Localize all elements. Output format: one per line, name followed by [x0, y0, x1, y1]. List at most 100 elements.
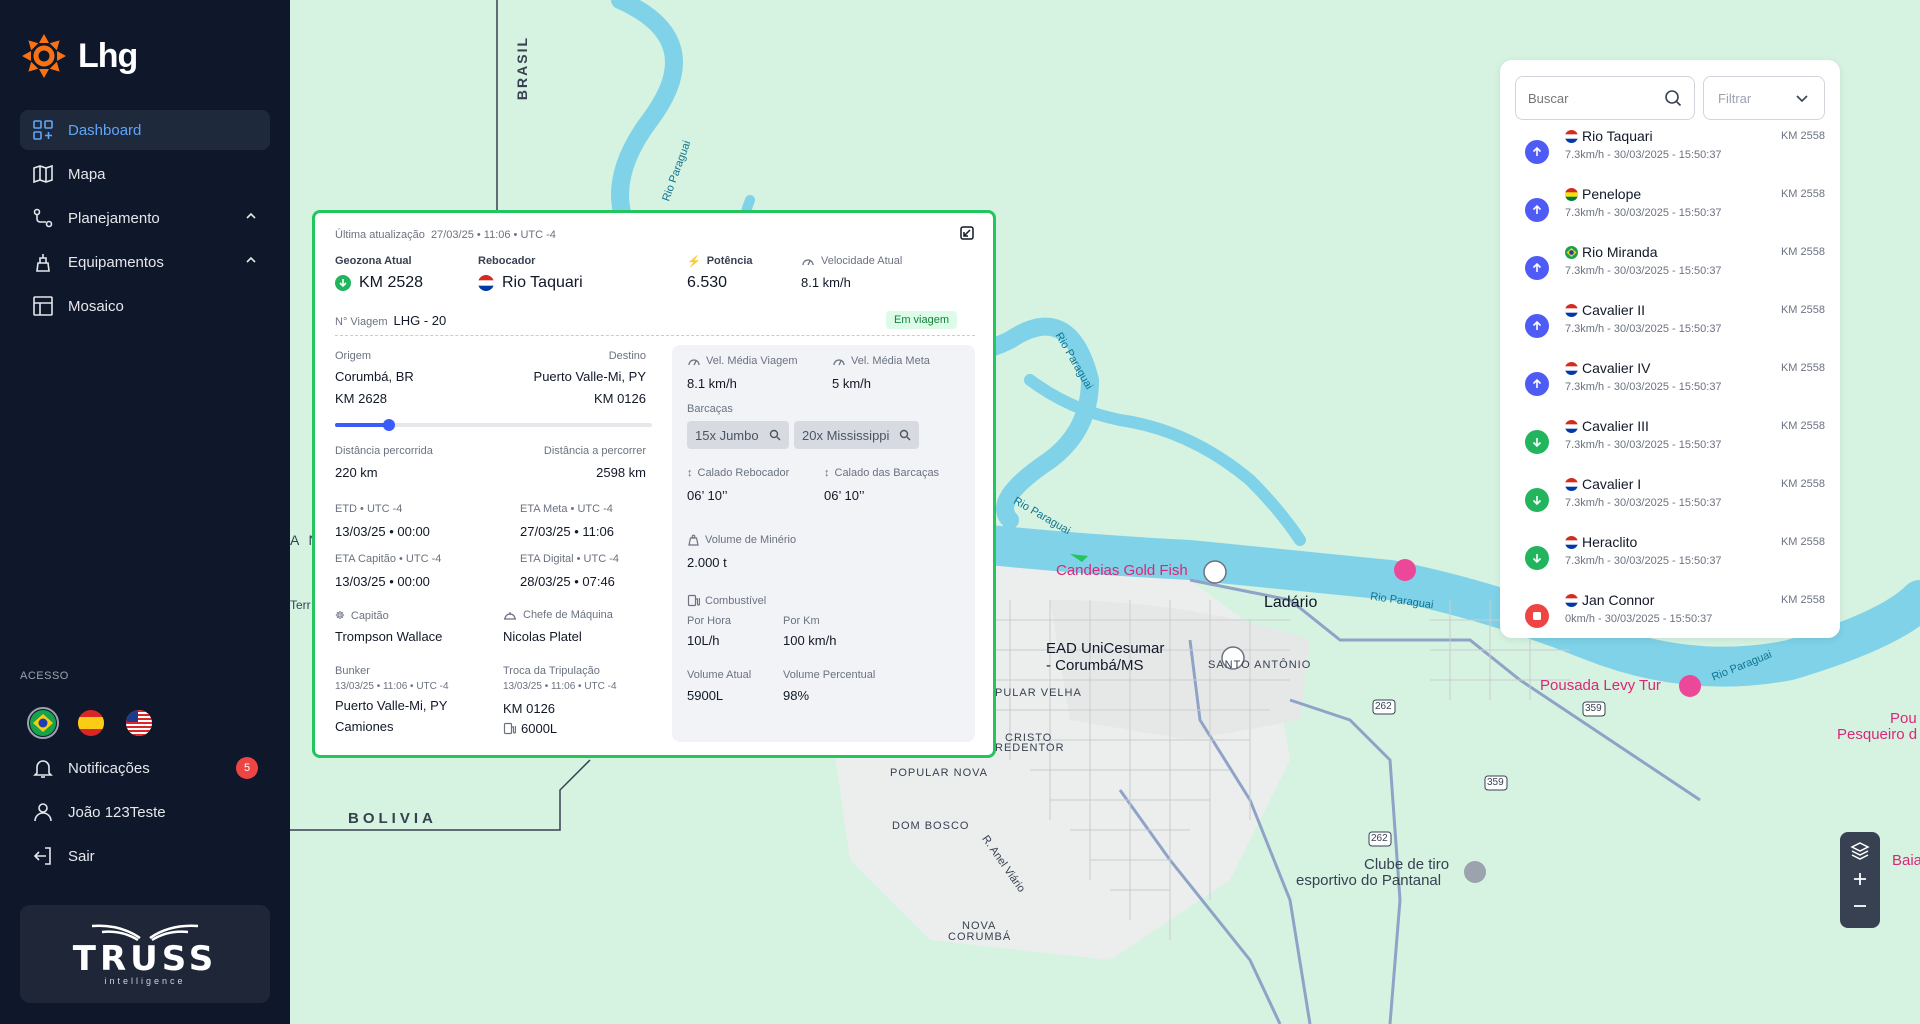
chefe-value: Nicolas Platel: [503, 629, 582, 644]
chevron-down-icon: [1796, 95, 1808, 103]
nav-user[interactable]: João 123Teste: [20, 792, 270, 832]
vessel-list-item[interactable]: Cavalier IV 7.3km/h - 30/03/2025 - 15:50:…: [1525, 360, 1825, 410]
nav-dashboard[interactable]: Dashboard: [20, 110, 270, 150]
spain-flag-icon[interactable]: [78, 710, 104, 736]
nav-mosaico-label: Mosaico: [68, 297, 124, 315]
potencia-value: 6.530: [687, 274, 728, 291]
vessel-km: KM 2558: [1780, 478, 1825, 490]
map-label-popular-velha: PULAR VELHA: [995, 687, 1082, 699]
vessel-detail-card: Última atualização 27/03/25 • 11:06 • UT…: [312, 210, 996, 758]
vessel-list-item[interactable]: Rio Taquari 7.3km/h - 30/03/2025 - 15:50:…: [1525, 128, 1825, 178]
viagem-label: N° Viagem: [335, 316, 388, 328]
bunker-date: 13/03/25 • 11:06 • UTC -4: [335, 681, 449, 692]
bunker-place-1: Puerto Valle-Mi, PY: [335, 698, 448, 713]
arrow-down-circle-icon: [1525, 488, 1549, 512]
barcaca-2-label: 20x Mississippi: [802, 427, 890, 443]
vessel-list-item[interactable]: Cavalier II 7.3km/h - 30/03/2025 - 15:50:…: [1525, 302, 1825, 352]
por-km-label: Por Km: [783, 615, 820, 627]
filter-select[interactable]: Filtrar: [1703, 76, 1825, 120]
map-label-clube-2: esportivo do Pantanal: [1296, 872, 1442, 889]
logout-label: Sair: [68, 847, 95, 865]
map-label-baia: Baia: [1892, 852, 1920, 869]
etd-label: ETD • UTC -4: [335, 503, 403, 515]
velocidade-value: 8.1 km/h: [801, 275, 851, 290]
vessel-list-item[interactable]: Rio Miranda 7.3km/h - 30/03/2025 - 15:50:…: [1525, 244, 1825, 294]
trip-progress-handle[interactable]: [382, 419, 395, 431]
last-update-value: 27/03/25 • 11:06 • UTC -4: [431, 229, 556, 241]
vessel-list-item[interactable]: Cavalier III 7.3km/h - 30/03/2025 - 15:50…: [1525, 418, 1825, 468]
chevron-up-icon[interactable]: [244, 253, 258, 271]
arrow-up-circle-icon: [1525, 140, 1549, 164]
notifications-label: Notificações: [68, 759, 150, 777]
road-shield-262-b: 262: [1371, 833, 1388, 844]
nav-sair[interactable]: Sair: [20, 836, 270, 876]
map-label-pesqueiro-1: Pou: [1890, 710, 1917, 727]
last-update: Última atualização 27/03/25 • 11:06 • UT…: [335, 229, 556, 241]
vessel-name: Rio Taquari: [1582, 128, 1653, 144]
nav-notificacoes[interactable]: Notificações 5: [20, 748, 270, 788]
eta-digital-value: 28/03/25 • 07:46: [520, 574, 615, 589]
vessel-list-item[interactable]: Heraclito 7.3km/h - 30/03/2025 - 15:50:37…: [1525, 534, 1825, 584]
status-badge: Em viagem: [886, 311, 958, 329]
map-label-ead-2: - Corumbá/MS: [1046, 657, 1144, 674]
combustivel-label: Combustível: [705, 594, 767, 607]
volume-atual-value: 5900L: [687, 688, 724, 703]
volume-percentual-value: 98%: [783, 688, 810, 703]
vessel-list-item[interactable]: Penelope 7.3km/h - 30/03/2025 - 15:50:37 K…: [1525, 186, 1825, 236]
stop-icon: [1525, 604, 1549, 628]
troca-date: 13/03/25 • 11:06 • UTC -4: [503, 681, 617, 692]
dist-percorrida-value: 220 km: [335, 465, 378, 480]
nav-mapa[interactable]: Mapa: [20, 154, 270, 194]
search-icon[interactable]: [1664, 89, 1682, 107]
usa-flag-icon[interactable]: [126, 710, 152, 736]
dashboard-icon: [32, 119, 54, 141]
mosaic-icon: [32, 295, 54, 317]
paraguay-flag-icon: [1565, 304, 1578, 317]
brazil-flag-icon[interactable]: [27, 707, 59, 739]
road-shield-359-b: 359: [1585, 703, 1602, 714]
geozona: KM 2528: [335, 274, 423, 292]
troca-label: Troca da Tripulação: [503, 665, 600, 677]
minimize-icon[interactable]: [959, 225, 975, 246]
vessel-km: KM 2558: [1780, 362, 1825, 374]
rebocador-value: Rio Taquari: [502, 274, 583, 291]
vel-media-viagem-label: Vel. Média Viagem: [706, 355, 798, 367]
road-shield-262-a: 262: [1375, 701, 1392, 712]
route-icon: [32, 207, 54, 229]
vessel-list-item[interactable]: Cavalier I 7.3km/h - 30/03/2025 - 15:50:3…: [1525, 476, 1825, 526]
barcacas-label: Barcaças: [687, 403, 733, 415]
gauge-icon: [688, 359, 700, 366]
map-label-bolivia: BOLIVIA: [348, 810, 437, 827]
vessel-list-item[interactable]: Jan Connor 0km/h - 30/03/2025 - 15:50:37 K…: [1525, 592, 1825, 642]
vessel-name: Cavalier II: [1582, 302, 1646, 318]
search-input[interactable]: [1528, 90, 1658, 106]
map-label-candeias: Candeias Gold Fish: [1056, 562, 1188, 579]
zoom-out-button[interactable]: [1852, 898, 1868, 919]
dist-percorrida-label: Distância percorrida: [335, 445, 433, 457]
vessel-name: Cavalier I: [1582, 476, 1642, 492]
app-logo[interactable]: Lhg: [20, 32, 138, 80]
arrow-down-circle-icon: [1525, 546, 1549, 570]
search-box[interactable]: [1515, 76, 1695, 120]
barcaca-chip-1[interactable]: 15x Jumbo: [687, 421, 789, 449]
chefe-label-row: Chefe de Máquina: [503, 609, 613, 621]
chevron-up-icon[interactable]: [244, 209, 258, 227]
nav-equipamentos[interactable]: Equipamentos: [20, 242, 270, 282]
layers-icon[interactable]: [1850, 841, 1870, 866]
vessel-name: Heraclito: [1582, 534, 1638, 550]
paraguay-flag-icon: [478, 275, 494, 291]
bell-icon: [32, 757, 54, 779]
filter-placeholder: Filtrar: [1718, 90, 1752, 106]
vel-media-meta-label: Vel. Média Meta: [851, 355, 930, 367]
eta-meta-label: ETA Meta • UTC -4: [520, 503, 613, 515]
rebocador-label: Rebocador: [478, 255, 536, 267]
nav-mosaico[interactable]: Mosaico: [20, 286, 270, 326]
nav-planejamento[interactable]: Planejamento: [20, 198, 270, 238]
vessel-km: KM 2558: [1780, 130, 1825, 142]
map-label-santo-antonio: SANTO ANTÔNIO: [1208, 659, 1312, 671]
velocidade-label-row: Velocidade Atual: [801, 255, 902, 267]
barcaca-chip-2[interactable]: 20x Mississippi: [794, 421, 920, 449]
troca-fuel: 6000L: [521, 721, 558, 736]
vessel-name: Cavalier III: [1582, 418, 1649, 434]
zoom-in-button[interactable]: [1852, 871, 1868, 892]
